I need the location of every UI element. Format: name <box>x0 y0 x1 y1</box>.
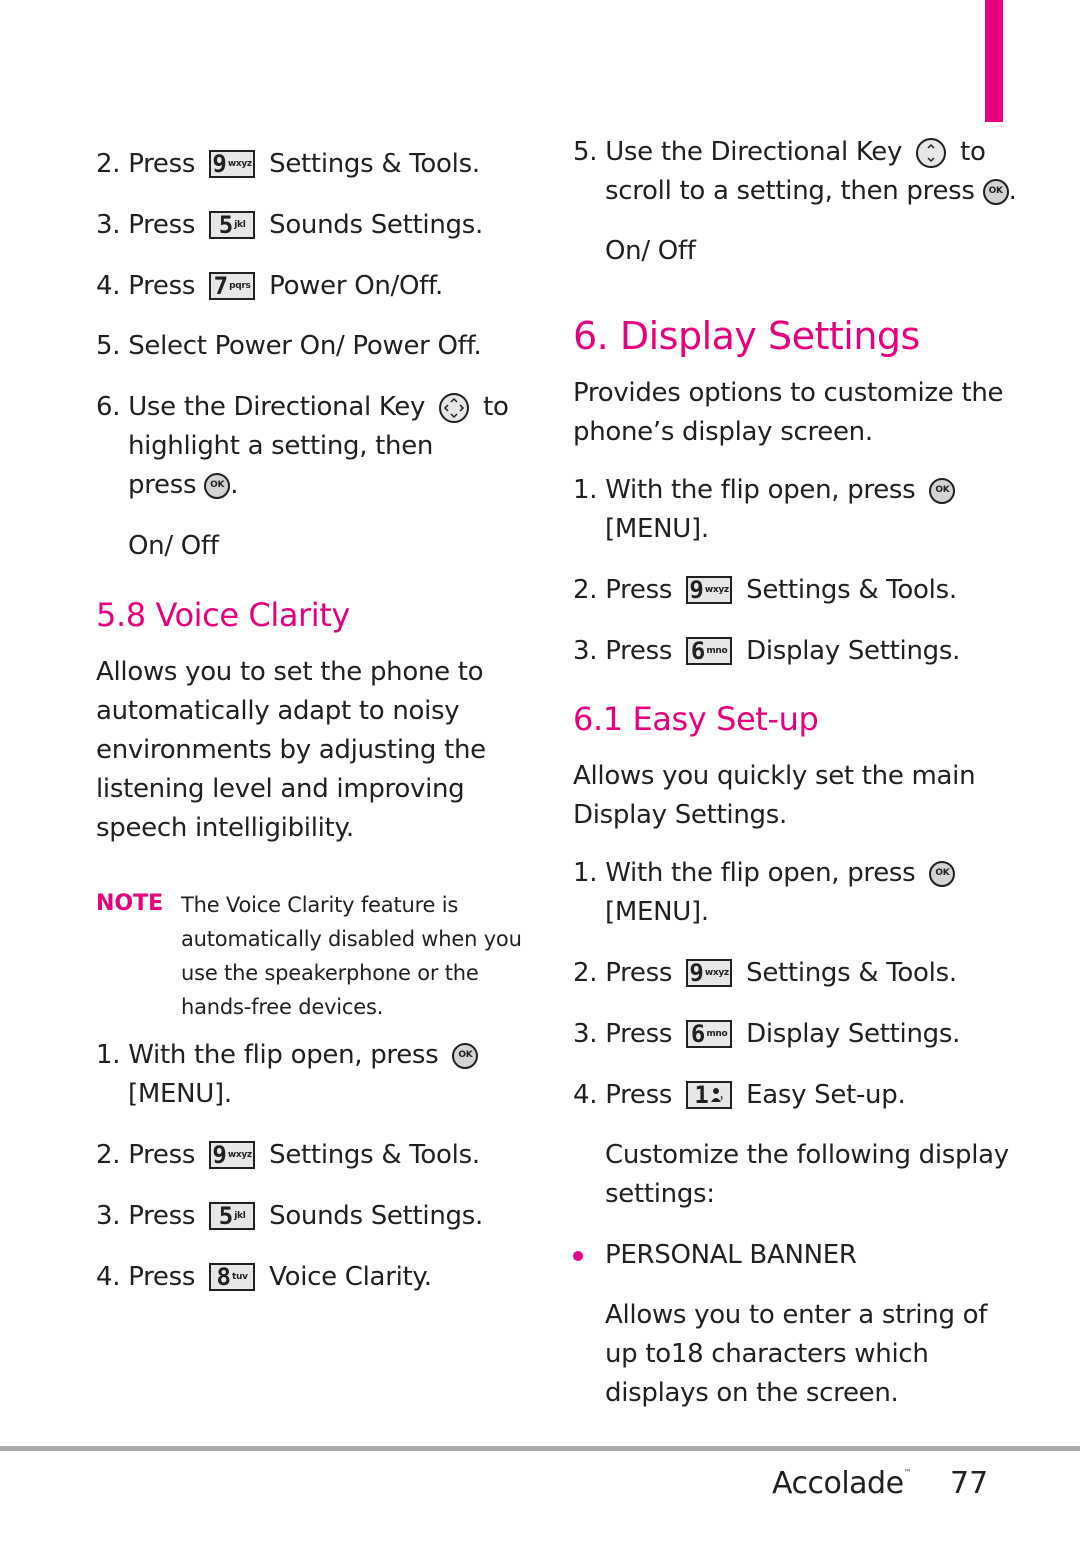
step-display-settings: 3. Press 6 mno Display Settings. <box>573 636 961 666</box>
option-on-off: On/ Off <box>605 236 696 266</box>
key-6-icon: 6 mno <box>686 637 733 665</box>
section-title-voice-clarity: 5.8 Voice Clarity <box>96 596 350 634</box>
ok-key-icon: OK <box>982 178 1009 205</box>
step-sounds-settings: 3. Press 5 jkl Sounds Settings. <box>96 1201 483 1231</box>
step-flip-open-menu: 1. With the flip open, press OK [MENU]. <box>96 1036 479 1114</box>
bullet-icon <box>573 1250 583 1261</box>
bullet-personal-banner: PERSONAL BANNER <box>573 1236 857 1275</box>
display-settings-intro: Provides options to customize the phone’… <box>573 378 1004 447</box>
section-title-easy-setup: 6.1 Easy Set-up <box>573 700 819 738</box>
key-7-icon: 7 pqrs <box>209 272 256 300</box>
step-settings-tools: 2. Press 9 wxyz Settings & Tools. <box>573 575 957 605</box>
customize-instructions: Customize the following display settings… <box>605 1140 1009 1209</box>
key-6-icon: 6 mno <box>686 1020 733 1048</box>
key-9-icon: 9 wxyz <box>686 576 733 604</box>
step-flip-open-menu: 1. With the flip open, press OK [MENU]. <box>573 854 956 932</box>
key-9-icon: 9 wxyz <box>209 1141 256 1169</box>
note-text: The Voice Clarity feature is automatical… <box>181 893 522 1019</box>
step-directional-key: 6. Use the Directional Key to highlight … <box>96 392 509 500</box>
chapter-title-display-settings: 6. Display Settings <box>573 314 920 358</box>
ok-key-icon: OK <box>452 1042 479 1069</box>
key-5-icon: 5 jkl <box>209 1202 256 1230</box>
key-1-voicemail-icon: 1 <box>686 1081 733 1109</box>
brand-logo: Accolade™ <box>772 1466 912 1501</box>
key-9-icon: 9 wxyz <box>209 150 256 178</box>
step-settings-tools: 2. Press 9 wxyz Settings & Tools. <box>96 149 480 179</box>
voice-clarity-description: Allows you to set the phone to automatic… <box>96 657 486 843</box>
step-voice-clarity: 4. Press 8 tuv Voice Clarity. <box>96 1262 432 1292</box>
personal-banner-description: Allows you to enter a string of up to18 … <box>605 1300 988 1408</box>
ok-key-icon: OK <box>929 860 956 887</box>
key-8-icon: 8 tuv <box>209 1263 256 1291</box>
ok-key-icon: OK <box>929 477 956 504</box>
voicemail-person-icon <box>710 1088 723 1102</box>
ok-key-icon: OK <box>204 472 231 499</box>
step-easy-setup: 4. Press 1 Easy Set-up. <box>573 1080 906 1110</box>
step-power-on-off: 4. Press 7 pqrs Power On/Off. <box>96 271 443 301</box>
footer-divider <box>0 1446 1080 1451</box>
step-settings-tools: 2. Press 9 wxyz Settings & Tools. <box>573 958 957 988</box>
step-directional-key: 5. Use the Directional Key to scroll to … <box>573 137 1017 206</box>
key-9-icon: 9 wxyz <box>686 959 733 987</box>
step-select-power: 5. Select Power On/ Power Off. <box>96 331 482 361</box>
note-label: NOTE <box>96 891 164 916</box>
option-on-off: On/ Off <box>128 531 219 561</box>
step-sounds-settings: 3. Press 5 jkl Sounds Settings. <box>96 210 483 240</box>
easy-setup-intro: Allows you quickly set the main Display … <box>573 761 976 830</box>
step-settings-tools: 2. Press 9 wxyz Settings & Tools. <box>96 1140 480 1170</box>
step-display-settings: 3. Press 6 mno Display Settings. <box>573 1019 961 1049</box>
directional-key-icon <box>439 392 470 423</box>
directional-key-icon <box>916 137 947 168</box>
key-5-icon: 5 jkl <box>209 211 256 239</box>
page-number: 77 <box>950 1466 989 1501</box>
chapter-tab-marker <box>985 0 1003 122</box>
step-flip-open-menu: 1. With the flip open, press OK [MENU]. <box>573 471 956 549</box>
